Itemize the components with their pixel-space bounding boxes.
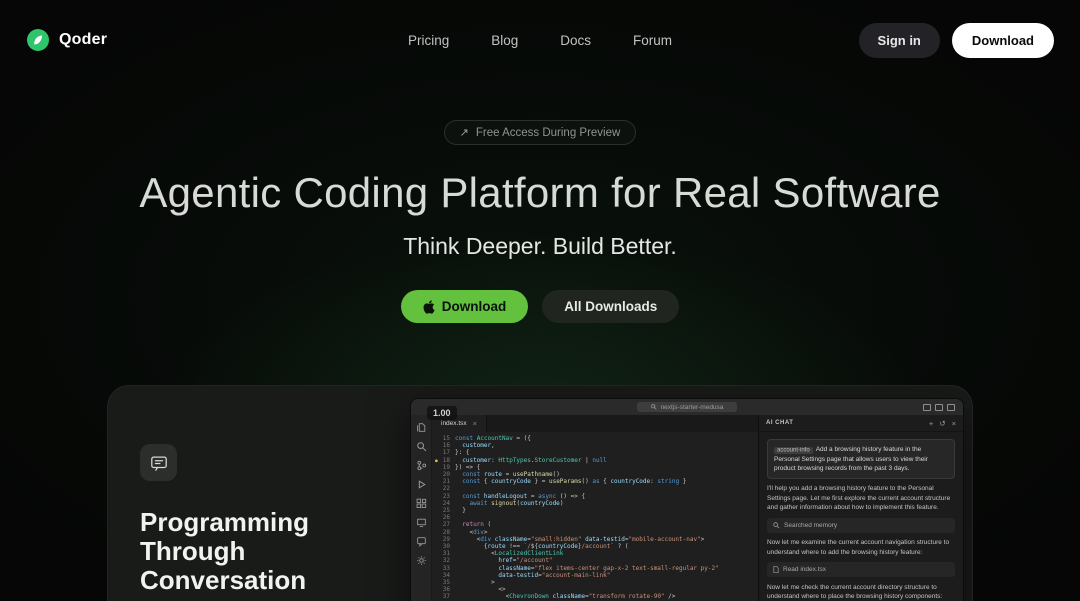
tool-row[interactable]: Read index.tsx xyxy=(767,562,955,577)
code-line: 32 href="/account" xyxy=(432,557,758,564)
site-header: Qoder Pricing Blog Docs Forum Sign in Do… xyxy=(0,0,1080,80)
code-line: 17}: { xyxy=(432,449,758,456)
nav-blog[interactable]: Blog xyxy=(491,33,518,48)
tool-row[interactable]: Searched memory xyxy=(767,518,955,533)
main-nav: Pricing Blog Docs Forum xyxy=(408,33,672,48)
assistant-text: Now let me check the current account dir… xyxy=(767,583,955,601)
code-line: 36 <> xyxy=(432,586,758,593)
feature-heading: Programming Through Conversation xyxy=(140,508,340,595)
brand[interactable]: Qoder xyxy=(26,28,107,52)
new-chat-icon[interactable]: + xyxy=(929,419,933,428)
project-search[interactable]: nextjs-starter-medusa xyxy=(637,402,738,412)
code-line: 29 <div className="small:hidden" data-te… xyxy=(432,536,758,543)
chat-user-message: account-infoAdd a browsing history featu… xyxy=(767,439,955,479)
code-line: 24 await signout(countryCode) xyxy=(432,500,758,507)
code-line: 33 className="flex items-center gap-x-2 … xyxy=(432,565,758,572)
nav-forum[interactable]: Forum xyxy=(633,33,672,48)
run-debug-icon[interactable] xyxy=(416,479,427,490)
code-line: 26 xyxy=(432,514,758,521)
activity-bar xyxy=(411,415,432,601)
extensions-icon[interactable] xyxy=(416,498,427,509)
chat-header: AI CHAT + ↺ × xyxy=(759,415,963,432)
code-line: 31 <LocalizedClientLink xyxy=(432,550,758,557)
ide-body: index.tsx × 15const AccountNav = ({16 cu… xyxy=(411,415,963,601)
code-line: 28 <div> xyxy=(432,529,758,536)
apple-icon xyxy=(423,300,435,314)
ide-window: 1.00 nextjs-starter-medusa index.tsx xyxy=(410,398,964,601)
context-tag: account-info xyxy=(774,447,813,454)
code-line: 35 > xyxy=(432,579,758,586)
download-label: Download xyxy=(442,299,507,314)
hero-subtitle: Think Deeper. Build Better. xyxy=(0,233,1080,260)
badge-text: Free Access During Preview xyxy=(476,127,620,139)
nav-pricing[interactable]: Pricing xyxy=(408,33,449,48)
code-line: 21 const { countryCode } = useParams() a… xyxy=(432,478,758,485)
assistant-text: I'll help you add a browsing history fea… xyxy=(767,484,955,512)
code-line: 37 <ChevronDown className="transform rot… xyxy=(432,593,758,600)
hero-title: Agentic Coding Platform for Real Softwar… xyxy=(0,169,1080,217)
code-line: 16 customer, xyxy=(432,442,758,449)
chat-blocks: account-infoAdd a browsing history featu… xyxy=(759,432,963,601)
settings-icon[interactable] xyxy=(416,555,427,566)
code-line: 18 customer: HttpTypes.StoreCustomer | n… xyxy=(432,457,758,464)
code-line: 30 {route !== `/${countryCode}/account` … xyxy=(432,543,758,550)
all-downloads-button[interactable]: All Downloads xyxy=(542,290,679,323)
code-line: 27 return ( xyxy=(432,521,758,528)
qoder-logo-icon xyxy=(26,28,50,52)
code-line: 22 xyxy=(432,485,758,492)
header-download-button[interactable]: Download xyxy=(952,23,1054,58)
ai-chat-panel: AI CHAT + ↺ × account-infoAdd a browsing… xyxy=(758,415,963,601)
code-line: 19}) => { xyxy=(432,464,758,471)
chat-bubble-icon xyxy=(140,444,177,481)
assistant-text: Now let me examine the current account n… xyxy=(767,538,955,556)
tab-label: index.tsx xyxy=(441,420,467,427)
hero-section: ↗ Free Access During Preview Agentic Cod… xyxy=(0,80,1080,323)
arrow-up-right-icon: ↗ xyxy=(460,126,469,139)
chat-title: AI CHAT xyxy=(766,420,793,426)
search-icon xyxy=(773,522,780,529)
chat-icon[interactable] xyxy=(416,536,427,547)
editor-pane: index.tsx × 15const AccountNav = ({16 cu… xyxy=(432,415,758,601)
code-line: 15const AccountNav = ({ xyxy=(432,435,758,442)
chat-header-icons: + ↺ × xyxy=(929,419,956,428)
remote-icon[interactable] xyxy=(416,517,427,528)
brand-name: Qoder xyxy=(59,31,107,49)
search-icon[interactable] xyxy=(416,441,427,452)
history-icon[interactable]: ↺ xyxy=(939,419,945,428)
project-name: nextjs-starter-medusa xyxy=(661,404,724,411)
nav-docs[interactable]: Docs xyxy=(560,33,591,48)
ide-titlebar: nextjs-starter-medusa xyxy=(411,399,963,415)
download-mac-button[interactable]: Download xyxy=(401,290,529,323)
files-icon[interactable] xyxy=(416,422,427,433)
sign-in-button[interactable]: Sign in xyxy=(859,23,940,58)
tab-bar: index.tsx × xyxy=(432,415,758,432)
file-icon xyxy=(773,566,779,573)
code-lines: 15const AccountNav = ({16 customer,17}: … xyxy=(432,432,758,601)
preview-badge[interactable]: ↗ Free Access During Preview xyxy=(444,120,637,145)
close-icon[interactable]: × xyxy=(473,419,477,428)
close-icon[interactable]: × xyxy=(952,419,956,428)
code-line: 20 const route = usePathname() xyxy=(432,471,758,478)
playback-speed-overlay: 1.00 xyxy=(427,406,457,420)
code-line: 23 const handleLogout = async () => { xyxy=(432,493,758,500)
feature-card: Programming Through Conversation 1.00 ne… xyxy=(107,385,973,601)
qoder-landing-page: Qoder Pricing Blog Docs Forum Sign in Do… xyxy=(0,0,1080,601)
header-actions: Sign in Download xyxy=(859,23,1054,58)
code-line: 25 } xyxy=(432,507,758,514)
hero-cta: Download All Downloads xyxy=(0,290,1080,323)
source-control-icon[interactable] xyxy=(416,460,427,471)
layout-toggle-icons[interactable] xyxy=(923,404,955,411)
search-icon xyxy=(651,404,657,410)
code-line: 34 data-testid="account-main-link" xyxy=(432,572,758,579)
